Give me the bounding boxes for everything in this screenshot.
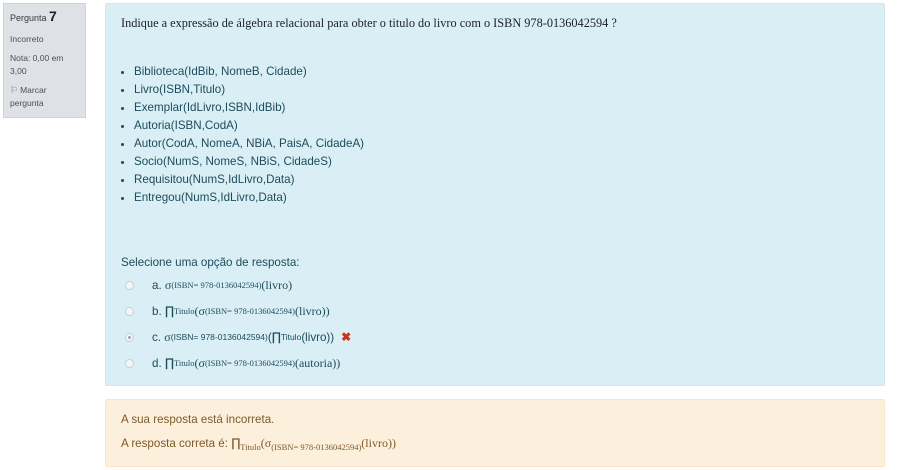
option-b-pi-subscript: Titulo [174, 306, 195, 316]
option-d-subscript: (ISBN= 978-0136042594) [204, 358, 295, 368]
question-text: Indique a expressão de álgebra relaciona… [121, 16, 617, 30]
question-number: Pergunta 7 [10, 8, 79, 25]
option-a-argument: (livro) [261, 277, 293, 292]
option-c-subscript: (ISBN= 978-0136042594) [170, 332, 268, 342]
option-d-pi-subscript: Titulo [174, 358, 195, 368]
feedback-incorrect: A sua resposta está incorreta. [121, 413, 275, 426]
option-b-radio[interactable] [125, 306, 134, 316]
list-item: Requisitou(NumS,IdLivro,Data) [134, 171, 364, 189]
question-grade: Nota: 0,00 em 3,00 [10, 52, 79, 78]
flag-label-2: pergunta [10, 98, 44, 108]
correct-answer-prefix: A resposta correta é: [121, 437, 232, 450]
option-d-pi: ∏ [164, 356, 174, 370]
flag-label-1: Marcar [20, 85, 47, 95]
option-b[interactable]: b. ∏ Titulo(σ (ISBN= 978-0136042594) (livro… [125, 302, 330, 320]
option-a-subscript: (ISBN= 978-0136042594) [171, 280, 262, 290]
answer-prompt: Selecione uma opção de resposta: [121, 256, 300, 269]
list-item: Socio(NumS, NomeS, NBiS, CidadeS) [134, 153, 364, 171]
option-d[interactable]: d. ∏ Titulo(σ (ISBN= 978-0136042594) (autor… [125, 354, 340, 372]
option-c-letter: c. [152, 330, 162, 344]
question-formulation: Indique a expressão de álgebra relaciona… [105, 3, 885, 386]
question-info-panel: Pergunta 7 Incorreto Nota: 0,00 em 3,00 … [3, 3, 86, 118]
grade-line-1: Nota: 0,00 em [10, 53, 64, 63]
option-a[interactable]: a. σ (ISBN= 978-0136042594) (livro) [125, 276, 292, 294]
option-a-radio[interactable] [125, 280, 134, 290]
relations-list: Biblioteca(IdBib, NomeB, Cidade) Livro(I… [118, 63, 364, 207]
flag-question-link[interactable]: ⚐ Marcar pergunta [10, 84, 79, 110]
correct-answer-pi-subscript: Titulo [240, 442, 261, 452]
list-item: Entregou(NumS,IdLivro,Data) [134, 189, 364, 207]
option-c-radio[interactable] [125, 332, 134, 342]
correct-answer-pi: ∏ [231, 436, 241, 450]
option-b-pi: ∏ [164, 304, 174, 318]
option-c-argument: (livro)) [301, 330, 335, 344]
flag-icon: ⚐ [10, 85, 19, 95]
incorrect-icon: ✖ [341, 330, 352, 344]
option-b-letter: b. [152, 304, 162, 318]
list-item: Livro(ISBN,Titulo) [134, 81, 364, 99]
correct-answer-argument: (livro)) [361, 436, 396, 450]
option-d-letter: d. [152, 356, 162, 370]
option-b-subscript: (ISBN= 978-0136042594) [204, 306, 295, 316]
option-d-argument: (autoria)) [294, 355, 341, 370]
question-label: Pergunta [10, 13, 47, 23]
list-item: Biblioteca(IdBib, NomeB, Cidade) [134, 63, 364, 81]
option-a-letter: a. [152, 278, 162, 292]
list-item: Autoria(ISBN,CodA) [134, 117, 364, 135]
option-c[interactable]: c. σ (ISBN= 978-0136042594)(∏ Titulo (livro… [125, 328, 351, 346]
option-c-pi-subscript: Titulo [280, 332, 302, 342]
list-item: Exemplar(IdLivro,ISBN,IdBib) [134, 99, 364, 117]
question-state: Incorreto [10, 34, 44, 44]
option-c-pi: ∏ [271, 330, 281, 344]
list-item: Autor(CodA, NomeA, NBiA, PaisA, CidadeA) [134, 135, 364, 153]
correct-answer-subscript: (ISBN= 978-0136042594) [271, 442, 362, 452]
option-d-radio[interactable] [125, 358, 134, 368]
question-number-value: 7 [49, 8, 57, 24]
option-b-argument: (livro)) [294, 303, 330, 318]
feedback-panel: A sua resposta está incorreta. A respost… [105, 399, 885, 467]
feedback-correct-answer: A resposta correta é: ∏Titulo(σ(ISBN= 97… [121, 436, 396, 452]
grade-line-2: 3,00 [10, 66, 27, 76]
